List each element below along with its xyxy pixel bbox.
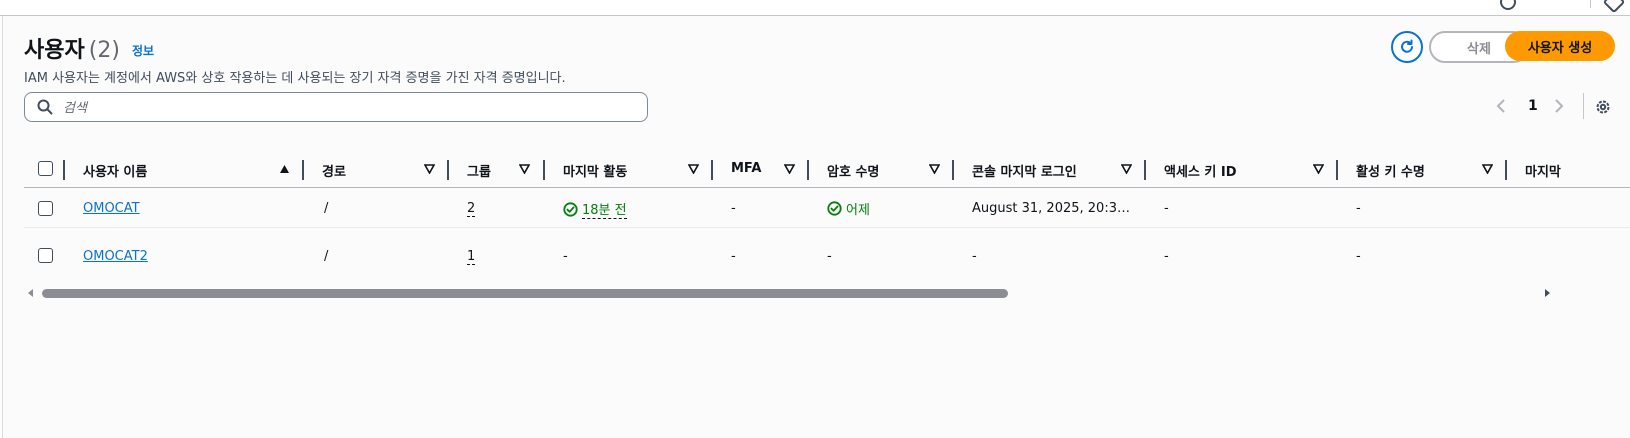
chevron-right-icon[interactable] (1554, 98, 1564, 114)
column-last-truncated[interactable]: 마지막 (1525, 161, 1630, 180)
sort-icon[interactable] (424, 164, 435, 174)
gear-icon[interactable] (1594, 98, 1612, 116)
search-input[interactable] (61, 97, 625, 119)
sort-icon[interactable] (519, 164, 530, 174)
groups-cell[interactable]: 2 (467, 201, 476, 217)
page-description: IAM 사용자는 계정에서 AWS와 상호 작용하는 데 사용되는 장기 자격 … (24, 71, 566, 86)
column-access-key-id[interactable]: 액세스 키 ID (1164, 161, 1237, 180)
active-key-age-cell: - (1356, 201, 1361, 216)
table-header-border (24, 187, 1630, 188)
column-active-key-age[interactable]: 활성 키 수명 (1356, 161, 1425, 180)
create-user-button[interactable]: 사용자 생성 (1505, 31, 1615, 61)
refresh-button[interactable] (1391, 31, 1423, 63)
column-console-last-sign-in[interactable]: 콘솔 마지막 로그인 (972, 161, 1077, 180)
user-name-link[interactable]: OMOCAT2 (83, 249, 148, 264)
column-groups[interactable]: 그룹 (467, 161, 491, 180)
column-divider[interactable] (952, 160, 954, 180)
sort-icon[interactable] (1482, 164, 1493, 174)
groups-cell[interactable]: 1 (467, 249, 476, 265)
row-checkbox[interactable] (38, 201, 53, 216)
row-divider (24, 227, 1630, 228)
scroll-left-arrow[interactable] (28, 289, 33, 297)
column-divider[interactable] (543, 160, 545, 180)
select-all-checkbox[interactable] (38, 161, 53, 176)
column-divider[interactable] (302, 160, 304, 180)
mfa-cell: - (731, 249, 736, 264)
page-title-text: 사용자 (24, 38, 85, 63)
search-box (24, 92, 648, 122)
check-circle-icon (563, 201, 578, 217)
mfa-cell: - (731, 201, 736, 216)
column-divider[interactable] (1505, 160, 1507, 180)
column-divider (63, 160, 65, 180)
last-activity-cell: - (563, 249, 568, 264)
divider (1590, 0, 1591, 8)
last-activity-cell[interactable]: 18분 전 (563, 199, 627, 219)
column-last-activity[interactable]: 마지막 활동 (563, 161, 627, 180)
column-divider[interactable] (807, 160, 809, 180)
access-key-id-cell: - (1164, 249, 1169, 264)
sort-icon[interactable] (1313, 164, 1324, 174)
password-age-cell: 어제 (827, 199, 870, 218)
user-name-link[interactable]: OMOCAT (83, 201, 140, 216)
divider (1583, 93, 1584, 119)
path-cell: / (324, 201, 329, 216)
password-age-cell: - (827, 249, 832, 264)
column-path[interactable]: 경로 (322, 161, 346, 180)
console-last-sign-in-cell: - (972, 249, 977, 264)
page-number[interactable]: 1 (1528, 98, 1538, 114)
user-count: (2) (88, 38, 120, 63)
sort-icon[interactable] (784, 164, 795, 174)
column-mfa[interactable]: MFA (731, 161, 761, 176)
refresh-icon (1401, 39, 1413, 53)
sort-icon[interactable] (929, 164, 940, 174)
check-circle-icon (827, 201, 842, 216)
sort-icon[interactable] (1121, 164, 1132, 174)
page-title: 사용자 (2) (24, 32, 120, 64)
row-checkbox[interactable] (38, 248, 53, 263)
scroll-right-arrow[interactable] (1545, 289, 1550, 297)
console-last-sign-in-cell: August 31, 2025, 20:3… (972, 201, 1130, 216)
active-key-age-cell: - (1356, 249, 1361, 264)
settings-icon[interactable] (1602, 0, 1626, 14)
column-divider[interactable] (711, 160, 713, 180)
sort-ascending-icon[interactable] (279, 164, 290, 174)
info-link[interactable]: 정보 (132, 42, 154, 59)
column-divider[interactable] (1144, 160, 1146, 180)
path-cell: / (324, 249, 329, 264)
column-user-name[interactable]: 사용자 이름 (83, 161, 147, 180)
top-navigation-bar (0, 0, 1630, 16)
access-key-id-cell: - (1164, 201, 1169, 216)
column-divider[interactable] (1336, 160, 1338, 180)
last-activity-text: 18분 전 (582, 199, 627, 219)
notification-icon[interactable] (1500, 0, 1516, 10)
password-age-text: 어제 (846, 203, 870, 218)
sort-icon[interactable] (688, 164, 699, 174)
chevron-left-icon[interactable] (1496, 98, 1506, 114)
column-divider[interactable] (447, 160, 449, 180)
column-password-age[interactable]: 암호 수명 (827, 161, 879, 180)
search-icon (37, 99, 53, 115)
horizontal-scrollbar[interactable] (42, 289, 1008, 298)
